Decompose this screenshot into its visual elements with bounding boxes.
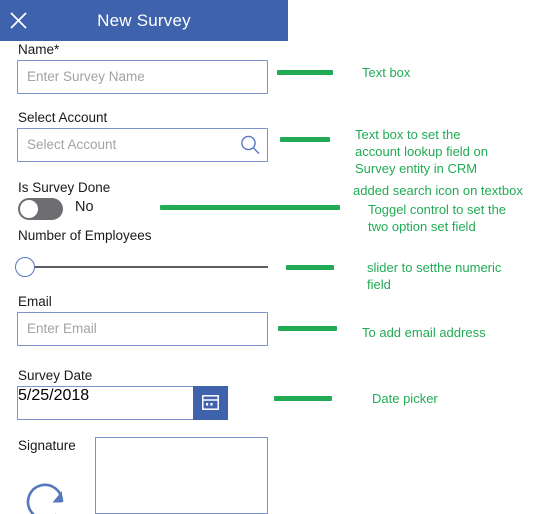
survey-name-placeholder: Enter Survey Name — [27, 69, 145, 84]
refresh-icon[interactable] — [22, 478, 70, 514]
annotation-text-email: To add email address — [362, 325, 486, 340]
name-field-label: Name* — [18, 42, 60, 57]
search-icon[interactable] — [239, 134, 261, 156]
survey-date-value: 5/25/2018 — [18, 387, 90, 404]
annotation-text-textbox: Text box — [362, 65, 411, 80]
survey-done-value: No — [75, 199, 94, 215]
annotation-line-toggle — [160, 205, 340, 210]
select-account-placeholder: Select Account — [27, 137, 117, 152]
date-picker-button[interactable] — [193, 386, 228, 420]
survey-date-input[interactable]: 5/25/2018 — [17, 386, 194, 420]
app-header: New Survey — [0, 0, 288, 41]
employees-slider-track[interactable] — [34, 266, 268, 268]
signature-canvas[interactable] — [95, 437, 268, 514]
annotation-line-datepicker — [274, 396, 332, 401]
annotation-line-textbox — [277, 70, 333, 75]
toggle-knob — [20, 200, 38, 218]
annotation-text-toggle: Toggel control to set the two option set… — [368, 202, 507, 234]
survey-done-label: Is Survey Done — [18, 180, 111, 195]
survey-name-input[interactable]: Enter Survey Name — [17, 60, 268, 94]
survey-done-toggle[interactable] — [18, 198, 63, 220]
date-field-label: Survey Date — [18, 368, 93, 383]
app-panel: New Survey Name* Enter Survey Name Selec… — [0, 0, 288, 514]
select-account-input[interactable]: Select Account — [17, 128, 268, 162]
annotation-line-lookup — [280, 137, 330, 142]
employees-field-label: Number of Employees — [18, 228, 152, 243]
email-input[interactable]: Enter Email — [17, 312, 268, 346]
account-field-label: Select Account — [18, 110, 108, 125]
calendar-icon — [202, 395, 219, 410]
page-title: New Survey — [97, 11, 191, 30]
annotation-text-datepicker: Date picker — [372, 391, 438, 406]
annotation-line-email — [278, 326, 337, 331]
annotation-text-slider: slider to setthe numeric field — [367, 260, 502, 292]
annotation-line-slider — [286, 265, 334, 270]
email-field-label: Email — [18, 294, 52, 309]
screenshot-root: New Survey Name* Enter Survey Name Selec… — [0, 0, 548, 514]
email-placeholder: Enter Email — [27, 321, 97, 336]
annotation-text-lookup: Text box to set the account lookup field… — [355, 127, 488, 176]
employees-slider-thumb[interactable] — [15, 257, 35, 277]
annotation-text-search-icon: added search icon on textbox — [353, 183, 523, 198]
signature-field-label: Signature — [18, 438, 76, 453]
